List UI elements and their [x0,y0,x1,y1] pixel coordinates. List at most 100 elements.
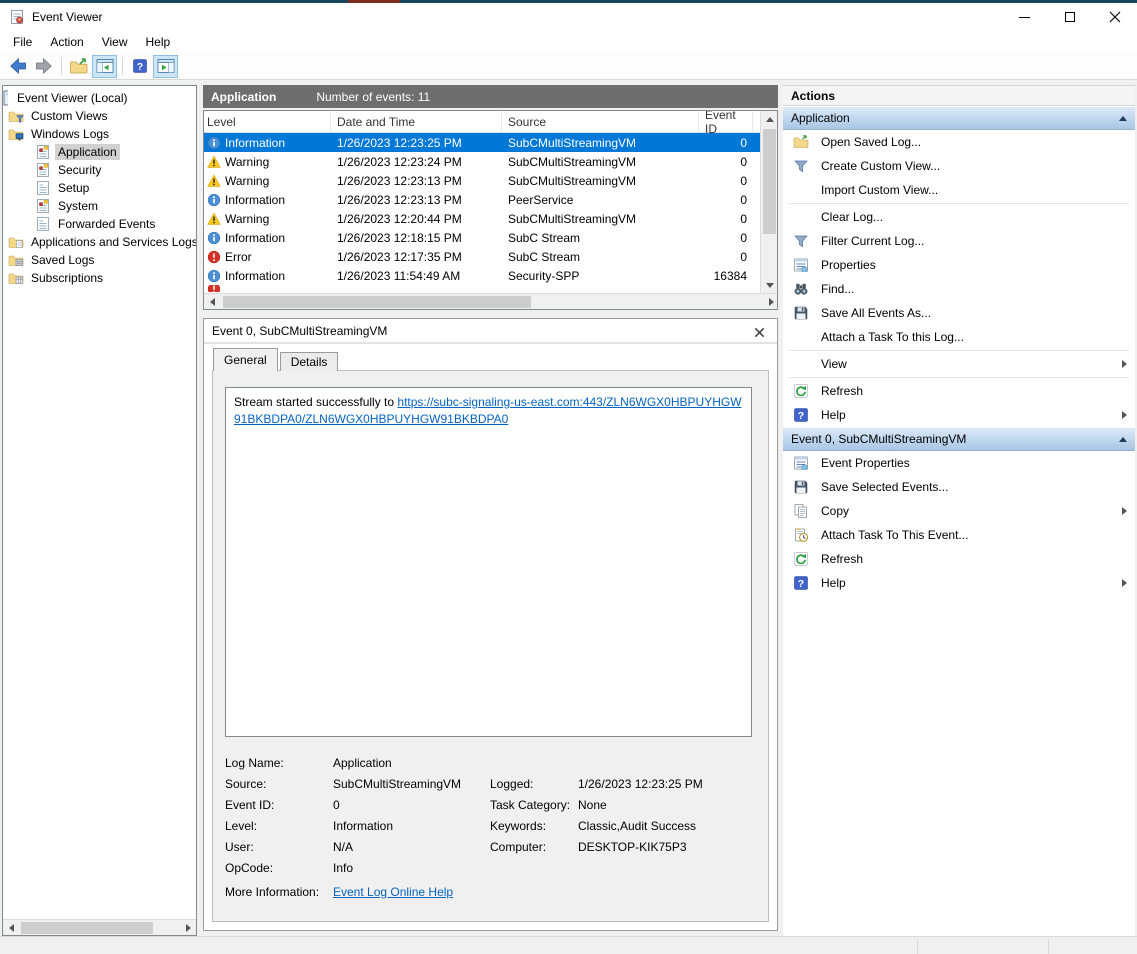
action-groups: ApplicationOpen Saved Log...Create Custo… [783,107,1135,595]
action-view[interactable]: View [783,352,1135,376]
column-header-date-and-time[interactable]: Date and Time [331,111,502,132]
scroll-thumb[interactable] [21,922,153,934]
action-save-all-events-as[interactable]: Save All Events As... [783,301,1135,325]
action-find[interactable]: Find... [783,277,1135,301]
menu-view[interactable]: View [93,32,137,52]
event-datetime-cell: 1/26/2023 12:23:24 PM [331,152,502,171]
column-header-level[interactable]: Level [204,111,331,132]
show-hide-action-pane-button[interactable] [153,55,178,78]
error-icon [207,250,221,264]
action-refresh[interactable]: Refresh [783,547,1135,571]
open-saved-log-button[interactable] [66,55,91,78]
sidebar-item-applications-and-services-logs[interactable]: Applications and Services Logs [3,233,196,251]
event-description-box[interactable]: Stream started successfully to https://s… [225,387,752,737]
minimize-button[interactable] [1002,3,1047,31]
maximize-button[interactable] [1047,3,1092,31]
action-event-properties[interactable]: Event Properties [783,451,1135,475]
column-header-event-id[interactable]: Event ID [699,111,753,132]
scroll-thumb[interactable] [763,129,776,234]
sidebar-item-forwarded-events[interactable]: Forwarded Events [3,215,196,233]
action-clear-log[interactable]: Clear Log... [783,205,1135,229]
sidebar-item-saved-logs[interactable]: Saved Logs [3,251,196,269]
menu-action[interactable]: Action [41,32,92,52]
tab-general[interactable]: General [213,348,278,371]
sidebar-item-subscriptions[interactable]: Subscriptions [3,269,196,287]
action-group-header-application[interactable]: Application [783,107,1135,130]
sidebar-item-windows-logs[interactable]: Windows Logs [3,125,196,143]
help-button[interactable]: ? [127,55,152,78]
action-item-label: Find... [821,282,1135,296]
back-button[interactable] [5,55,30,78]
close-detail-button[interactable] [751,324,767,340]
event-source-cell: SubCMultiStreamingVM [502,209,699,228]
action-import-custom-view[interactable]: Import Custom View... [783,178,1135,202]
windows-logs-icon [8,126,24,142]
field-label: Event ID: [225,798,333,812]
action-filter-current-log[interactable]: Filter Current Log... [783,229,1135,253]
scroll-down-arrow[interactable] [761,277,778,293]
event-row[interactable]: Warning1/26/2023 12:20:44 PMSubCMultiStr… [204,209,777,228]
info-icon [207,193,221,207]
event-row[interactable]: Error1/26/2023 12:17:35 PMSubC Stream0 [204,247,777,266]
sidebar-item-label: Windows Logs [28,126,112,142]
event-row[interactable]: Information1/26/2023 12:18:15 PMSubC Str… [204,228,777,247]
events-horizontal-scrollbar[interactable] [204,293,778,309]
action-refresh[interactable]: Refresh [783,379,1135,403]
event-row[interactable]: Information1/26/2023 12:23:13 PMPeerServ… [204,190,777,209]
action-help[interactable]: ?Help [783,571,1135,595]
event-field-row: Computer:DESKTOP-KIK75P3 [490,836,760,857]
back-icon [8,56,28,76]
tab-details[interactable]: Details [280,352,339,371]
action-open-saved-log[interactable]: Open Saved Log... [783,130,1135,154]
tree-horizontal-scrollbar[interactable] [3,919,196,935]
saved-logs-icon [8,252,24,268]
menu-file[interactable]: File [4,32,41,52]
event-row[interactable]: Warning1/26/2023 12:23:13 PMSubCMultiStr… [204,171,777,190]
action-group-header-event-0-subcmultistreamingvm[interactable]: Event 0, SubCMultiStreamingVM [783,428,1135,451]
open-saved-log-icon [793,134,811,150]
custom-views-icon [8,108,24,124]
action-create-custom-view[interactable]: Create Custom View... [783,154,1135,178]
show-hide-console-tree-button[interactable] [92,55,117,78]
action-save-selected-events[interactable]: Save Selected Events... [783,475,1135,499]
sidebar-item-application[interactable]: Application [3,143,196,161]
forward-button[interactable] [31,55,56,78]
scroll-left-arrow[interactable] [204,294,220,310]
close-button[interactable] [1092,3,1137,31]
plain-log-icon [35,180,51,196]
titlebar: Event Viewer [0,3,1137,31]
scroll-thumb[interactable] [223,296,531,308]
properties-icon [793,455,809,471]
action-attach-task-to-this-event[interactable]: Attach Task To This Event... [783,523,1135,547]
action-copy[interactable]: Copy [783,499,1135,523]
event-row[interactable]: Warning1/26/2023 12:23:24 PMSubCMultiStr… [204,152,777,171]
toolbar-separator [122,57,123,75]
action-separator [789,377,1129,378]
action-help[interactable]: ?Help [783,403,1135,427]
menu-help[interactable]: Help [137,32,180,52]
sidebar-item-custom-views[interactable]: Custom Views [3,107,196,125]
action-attach-a-task-to-this-log[interactable]: Attach a Task To this Log... [783,325,1135,349]
services-logs-icon [8,234,24,250]
event-field-row: Task Category:None [490,794,760,815]
events-partial-row[interactable] [204,285,777,292]
sidebar-item-event-viewer-local[interactable]: Event Viewer (Local) [3,89,196,107]
scroll-up-arrow[interactable] [761,111,778,127]
event-row[interactable]: Information1/26/2023 11:54:49 AMSecurity… [204,266,777,285]
sidebar-item-setup[interactable]: Setup [3,179,196,197]
event-log-online-help-link[interactable]: Event Log Online Help [333,885,453,899]
action-item-label: Save All Events As... [821,306,1135,320]
sidebar-item-system[interactable]: System [3,197,196,215]
scroll-left-arrow[interactable] [3,920,19,936]
plain-log-icon [35,216,51,232]
column-header-source[interactable]: Source [502,111,699,132]
event-row[interactable]: Information1/26/2023 12:23:25 PMSubCMult… [204,133,777,152]
field-label: OpCode: [225,861,333,875]
minimize-icon [1019,17,1030,18]
event-viewer-window: Event Viewer FileActionViewHelp ? Event … [0,0,1137,954]
scroll-right-arrow[interactable] [763,294,778,310]
events-vertical-scrollbar[interactable] [760,111,777,293]
scroll-right-arrow[interactable] [180,920,196,936]
action-properties[interactable]: Properties [783,253,1135,277]
sidebar-item-security[interactable]: Security [3,161,196,179]
